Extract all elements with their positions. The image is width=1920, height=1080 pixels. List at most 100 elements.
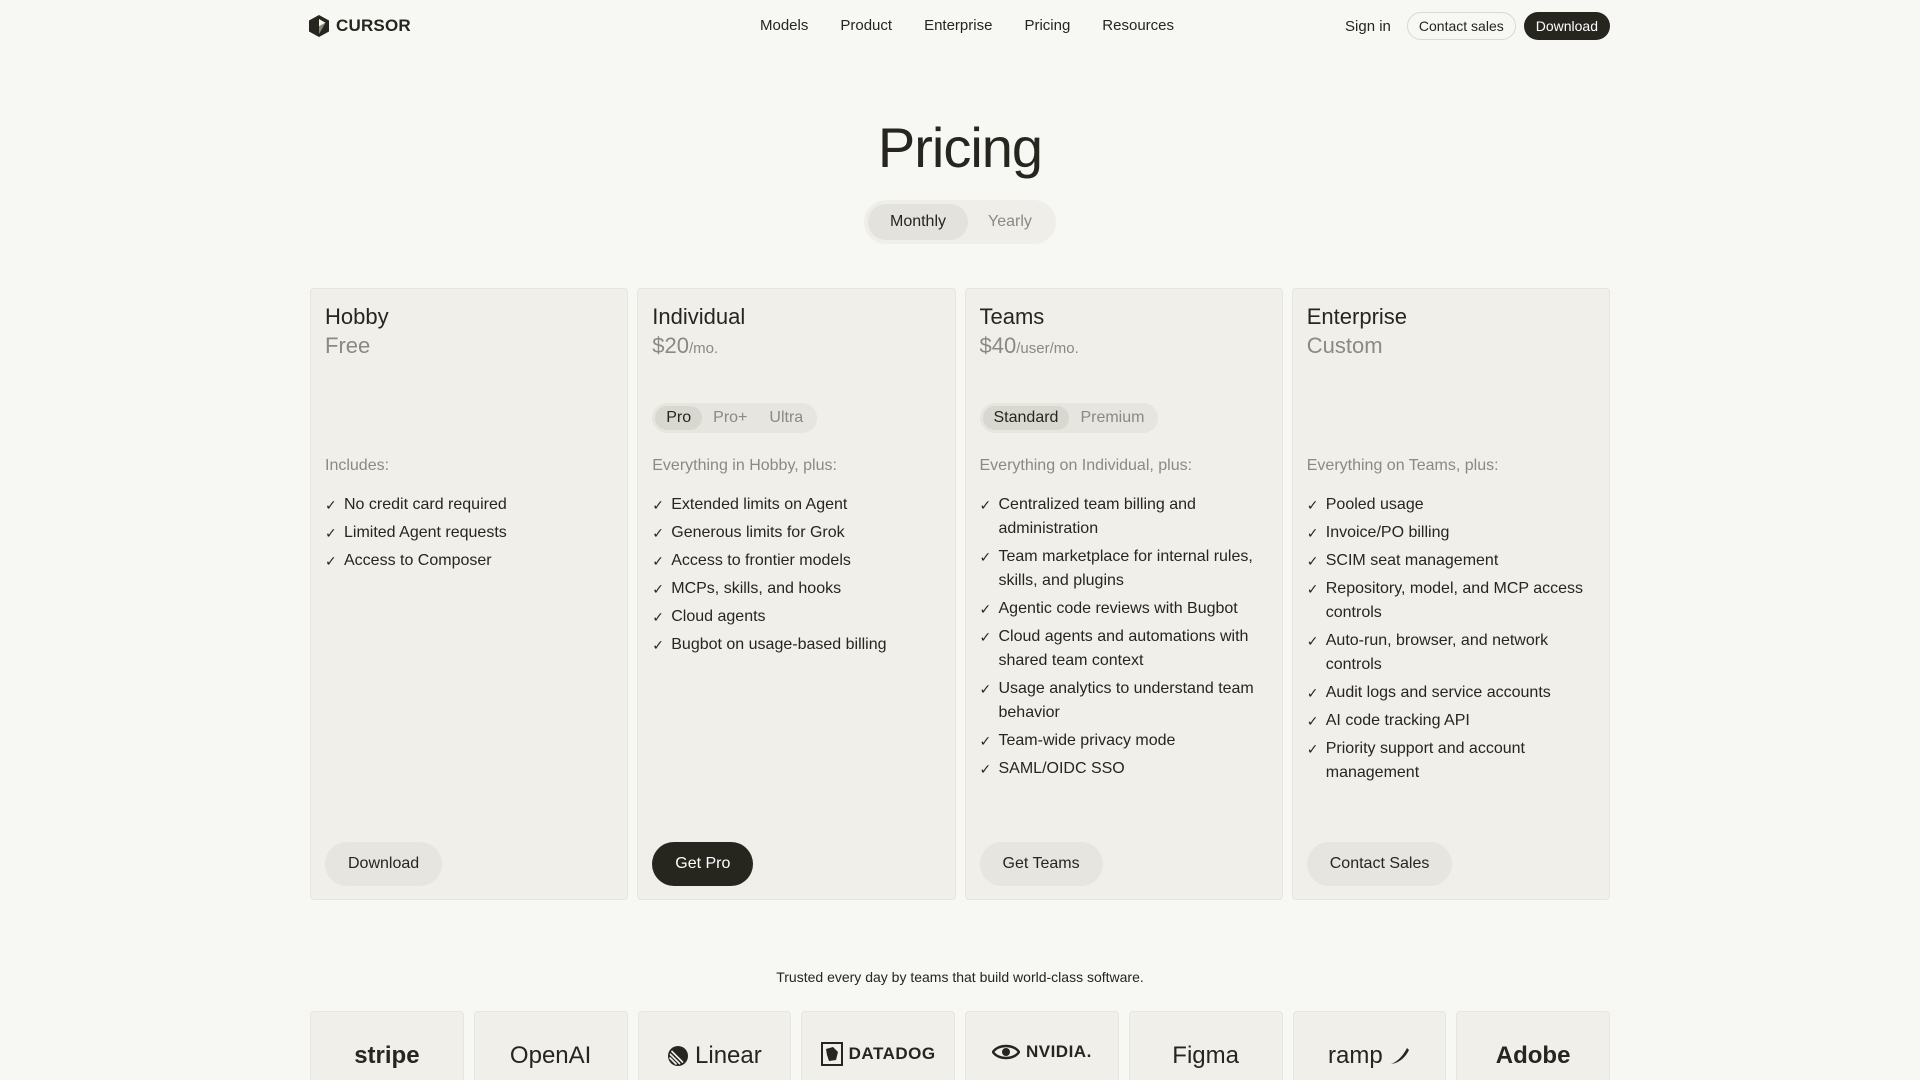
individual-tier-toggle: Pro Pro+ Ultra bbox=[652, 403, 818, 433]
figma-logo: Figma bbox=[1172, 1042, 1239, 1069]
sign-in-link[interactable]: Sign in bbox=[1341, 18, 1395, 35]
feature-item: ✓ Usage analytics to understand team beha… bbox=[980, 677, 1268, 725]
tier-ultra-option[interactable]: Ultra bbox=[758, 406, 814, 430]
plan-price-unit: /mo. bbox=[688, 340, 719, 357]
tier-pro-option[interactable]: Pro bbox=[655, 406, 703, 430]
feature-item: ✓ Team marketplace for internal rules, sk… bbox=[980, 545, 1268, 593]
datadog-logo: DATADOG bbox=[820, 1042, 936, 1066]
plan-price: Custom bbox=[1307, 331, 1383, 361]
plan-name: Enterprise bbox=[1306, 304, 1408, 329]
logo-tile-figma: Figma bbox=[1128, 1011, 1283, 1080]
feature-text: Auto-run, browser, and network controls bbox=[1325, 632, 1549, 673]
logo-tile-openai: OpenAI bbox=[473, 1011, 628, 1080]
check-icon: ✓ bbox=[652, 609, 664, 625]
plan-feature-list: ✓ Extended limits on Agent ✓ Generous limi… bbox=[652, 493, 940, 661]
plan-feature-list: ✓ Centralized team billing and administra… bbox=[980, 493, 1268, 785]
check-icon: ✓ bbox=[325, 525, 337, 541]
linear-logo: Linear bbox=[667, 1042, 762, 1070]
feature-text: Audit logs and service accounts bbox=[1325, 684, 1551, 701]
check-icon: ✓ bbox=[979, 629, 992, 645]
nvidia-eye-icon bbox=[991, 1044, 1020, 1060]
plan-price-value: $40 bbox=[979, 333, 1017, 358]
tier-pro-plus-option[interactable]: Pro+ bbox=[702, 406, 758, 430]
period-monthly-option[interactable]: Monthly bbox=[868, 204, 968, 240]
feature-item: ✓ MCPs, skills, and hooks bbox=[652, 577, 940, 601]
feature-text: Bugbot on usage-based billing bbox=[671, 636, 887, 653]
plan-feature-list: ✓ No credit card required ✓ Limited Agent … bbox=[325, 493, 613, 577]
feature-item: ✓ Bugbot on usage-based billing bbox=[652, 633, 940, 657]
nav-link-product[interactable]: Product bbox=[824, 14, 908, 38]
nav-link-models[interactable]: Models bbox=[744, 14, 824, 38]
feature-text: Extended limits on Agent bbox=[671, 496, 848, 513]
plan-name: Hobby bbox=[325, 304, 389, 329]
feature-text: MCPs, skills, and hooks bbox=[671, 580, 842, 597]
check-icon: ✓ bbox=[325, 553, 337, 569]
check-icon: ✓ bbox=[1306, 581, 1319, 597]
plan-includes-label: Includes: bbox=[325, 457, 390, 474]
brand-name: CURSOR bbox=[336, 16, 411, 35]
feature-item: ✓ Auto-run, browser, and network controls bbox=[1307, 629, 1595, 677]
cursor-logo[interactable]: CURSOR bbox=[308, 14, 411, 38]
logo-tile-stripe: stripe bbox=[310, 1011, 464, 1080]
stripe-logo: stripe bbox=[354, 1042, 420, 1069]
hobby-download-button[interactable]: Download bbox=[325, 842, 443, 886]
check-icon: ✓ bbox=[652, 637, 664, 653]
feature-text: Access to frontier models bbox=[671, 552, 851, 569]
tier-standard-option[interactable]: Standard bbox=[982, 406, 1070, 430]
feature-item: ✓ Agentic code reviews with Bugbot bbox=[980, 597, 1268, 621]
plan-card-teams: Teams $40/user/mo. Standard Premium Ever… bbox=[964, 288, 1283, 900]
nvidia-wordmark: NVIDIA. bbox=[1025, 1042, 1092, 1061]
download-button[interactable]: Download bbox=[1523, 12, 1610, 40]
feature-text: Invoice/PO billing bbox=[1325, 524, 1450, 541]
contact-sales-plan-button[interactable]: Contact Sales bbox=[1306, 842, 1453, 886]
feature-item: ✓ Access to frontier models bbox=[652, 549, 940, 573]
plan-includes-label: Everything on Individual, plus: bbox=[979, 457, 1193, 474]
linear-mark-icon bbox=[668, 1046, 689, 1066]
feature-text: Cloud agents and automations with shared… bbox=[998, 628, 1249, 669]
check-icon: ✓ bbox=[1306, 741, 1319, 757]
contact-sales-button[interactable]: Contact sales bbox=[1406, 12, 1516, 40]
plan-includes-label: Everything in Hobby, plus: bbox=[652, 457, 837, 474]
feature-item: ✓ Centralized team billing and administra… bbox=[980, 493, 1268, 541]
nav-link-pricing[interactable]: Pricing bbox=[1008, 14, 1086, 38]
feature-item: ✓ Repository, model, and MCP access contr… bbox=[1307, 577, 1595, 625]
plan-price-value: Custom bbox=[1306, 333, 1383, 358]
feature-text: SCIM seat management bbox=[1325, 552, 1499, 569]
feature-text: Cloud agents bbox=[671, 608, 766, 625]
feature-item: ✓ Invoice/PO billing bbox=[1307, 521, 1595, 545]
feature-item: ✓ Team-wide privacy mode bbox=[980, 729, 1268, 753]
nav-link-resources[interactable]: Resources bbox=[1086, 14, 1190, 38]
check-icon: ✓ bbox=[652, 525, 664, 541]
plan-price-value: $20 bbox=[652, 333, 689, 358]
check-icon: ✓ bbox=[979, 681, 992, 697]
teams-tier-toggle: Standard Premium bbox=[979, 403, 1159, 433]
billing-period-toggle: Monthly Yearly bbox=[864, 200, 1056, 244]
check-icon: ✓ bbox=[1306, 553, 1319, 569]
get-teams-button[interactable]: Get Teams bbox=[979, 842, 1103, 886]
adobe-logo: Adobe bbox=[1495, 1042, 1571, 1069]
feature-item: ✓ Cloud agents and automations with share… bbox=[980, 625, 1268, 673]
plan-includes-label: Everything on Teams, plus: bbox=[1306, 457, 1499, 474]
openai-logo: OpenAI bbox=[509, 1042, 592, 1069]
logo-tile-nvidia: NVIDIA. bbox=[965, 1011, 1119, 1080]
feature-text: Generous limits for Grok bbox=[671, 524, 845, 541]
check-icon: ✓ bbox=[1306, 525, 1319, 541]
feature-text: Team-wide privacy mode bbox=[998, 732, 1176, 749]
get-pro-button[interactable]: Get Pro bbox=[652, 842, 754, 886]
plan-card-individual: Individual $20/mo. Pro Pro+ Ultra Everyt… bbox=[637, 288, 956, 900]
feature-text: SAML/OIDC SSO bbox=[998, 760, 1125, 777]
plan-price-unit: /user/mo. bbox=[1016, 340, 1079, 357]
tier-premium-option[interactable]: Premium bbox=[1069, 406, 1155, 430]
plan-feature-list: ✓ Pooled usage ✓ Invoice/PO billing ✓ SCIM … bbox=[1307, 493, 1595, 789]
feature-text: AI code tracking API bbox=[1325, 712, 1470, 729]
nav-actions: Sign in Contact sales Download bbox=[1341, 12, 1610, 40]
period-yearly-option[interactable]: Yearly bbox=[968, 204, 1052, 240]
check-icon: ✓ bbox=[325, 497, 337, 513]
datadog-dog-icon bbox=[820, 1042, 843, 1066]
check-icon: ✓ bbox=[979, 733, 992, 749]
feature-text: Team marketplace for internal rules, ski… bbox=[998, 548, 1253, 589]
feature-item: ✓ Audit logs and service accounts bbox=[1307, 681, 1595, 705]
feature-item: ✓ Extended limits on Agent bbox=[652, 493, 940, 517]
check-icon: ✓ bbox=[652, 553, 664, 569]
nav-link-enterprise[interactable]: Enterprise bbox=[908, 14, 1008, 38]
